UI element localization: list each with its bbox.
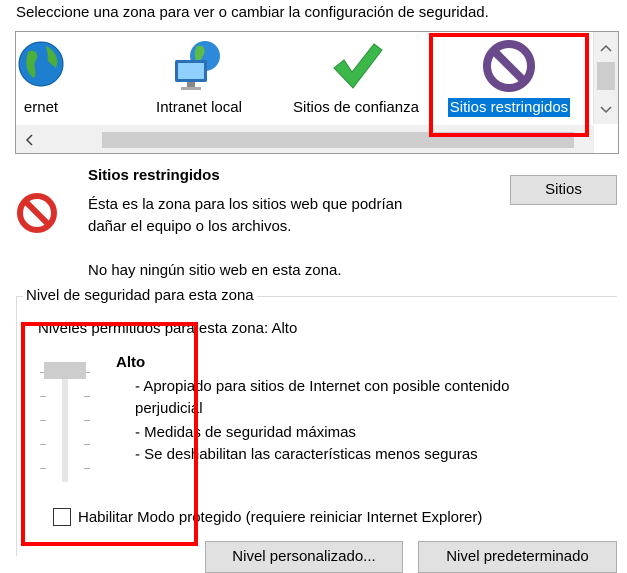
no-sites-text: No hay ningún sitio web en esta zona.: [88, 262, 342, 279]
scroll-down-icon[interactable]: [600, 102, 612, 119]
zone-description-line1: Ésta es la zona para los sitios web que …: [88, 196, 403, 213]
instruction-text: Seleccione una zona para ver o cambiar l…: [16, 4, 489, 21]
zone-intranet[interactable]: Intranet local: [124, 32, 274, 124]
zone-label: Sitios de confianza: [293, 99, 419, 116]
zone-internet[interactable]: ernet: [16, 32, 116, 124]
zone-label: ernet: [23, 99, 59, 116]
group-label: Nivel de seguridad para esta zona: [23, 287, 257, 304]
slider-highlight: [21, 322, 198, 546]
group-left-line: [16, 296, 17, 556]
vertical-scroll-thumb[interactable]: [597, 62, 615, 90]
custom-level-button[interactable]: Nivel personalizado...: [205, 541, 403, 573]
green-checkmark-icon: [333, 43, 383, 89]
zone-label: Intranet local: [156, 99, 242, 116]
selected-zone-highlight: [429, 33, 589, 137]
zone-description-line2: dañar el equipo o los archivos.: [88, 218, 292, 235]
zone-title: Sitios restringidos: [88, 167, 220, 184]
zone-trusted-sites[interactable]: Sitios de confianza: [281, 32, 431, 124]
scroll-up-icon[interactable]: [600, 40, 612, 57]
default-level-button[interactable]: Nivel predeterminado: [418, 541, 617, 573]
globe-icon: [18, 41, 64, 87]
scroll-left-icon[interactable]: [24, 133, 34, 150]
network-computer-icon: [175, 41, 220, 90]
vertical-scrollbar[interactable]: [593, 32, 618, 124]
sites-button[interactable]: Sitios: [510, 175, 617, 205]
prohibited-red-icon: [17, 193, 57, 233]
